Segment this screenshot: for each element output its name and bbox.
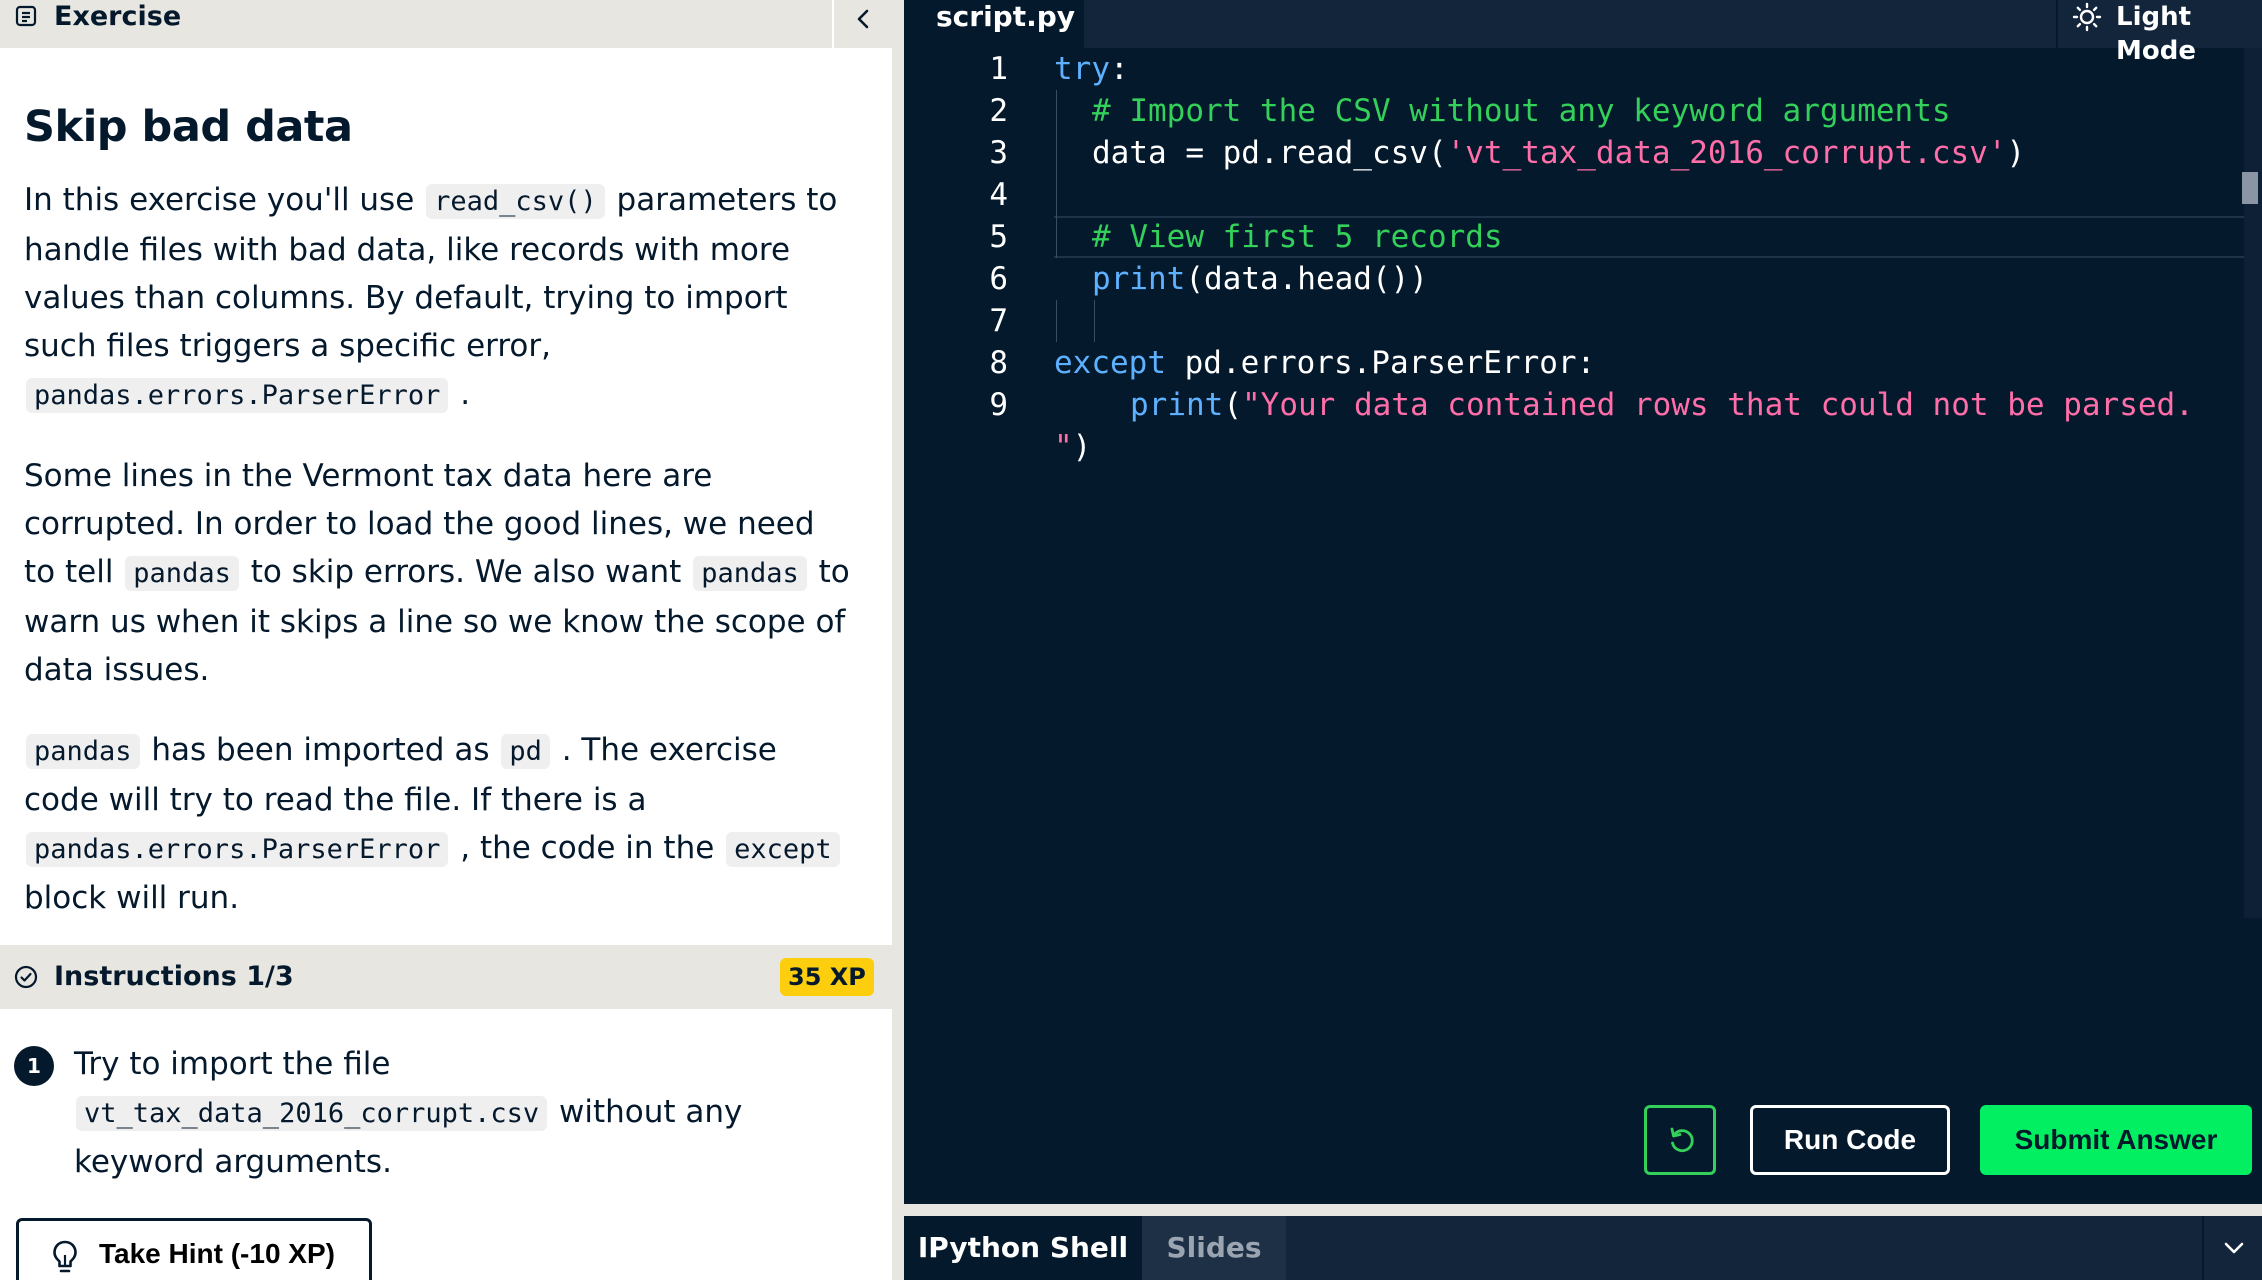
line-number: 2 bbox=[989, 93, 1008, 129]
inline-code: vt_tax_data_2016_corrupt.csv bbox=[76, 1096, 548, 1131]
collapse-panel-chevron-left-icon[interactable] bbox=[846, 2, 882, 38]
line-number: 5 bbox=[989, 219, 1008, 255]
document-icon bbox=[15, 5, 37, 27]
line-number: 6 bbox=[989, 261, 1008, 297]
exercise-panel: Exercise Skip bad data In this exercise … bbox=[0, 0, 892, 1280]
check-circle-icon bbox=[14, 965, 38, 989]
line-number: 9 bbox=[989, 387, 1008, 423]
code-line-8: except pd.errors.ParserError: bbox=[1054, 345, 1596, 381]
inline-code: pd bbox=[501, 734, 550, 769]
code-line-9-wrap: ") bbox=[1054, 429, 1092, 465]
code-line-5: # View first 5 records bbox=[1092, 219, 1503, 255]
inline-code: pandas bbox=[125, 556, 239, 591]
inline-code: pandas bbox=[26, 734, 140, 769]
indent-guide bbox=[1056, 90, 1057, 258]
line-number: 3 bbox=[989, 135, 1008, 171]
exercise-content: Skip bad data In this exercise you'll us… bbox=[24, 96, 854, 954]
console-collapse-button[interactable] bbox=[2202, 1216, 2262, 1280]
instructions-header: Instructions 1/3 35 XP bbox=[0, 945, 892, 1009]
inline-code: pandas.errors.ParserError bbox=[26, 832, 449, 867]
inline-code: read_csv() bbox=[426, 184, 605, 219]
console-tab-bar: IPython Shell Slides bbox=[904, 1216, 2262, 1280]
scrollbar-marker bbox=[2242, 172, 2258, 204]
line-number: 1 bbox=[989, 51, 1008, 87]
code-area[interactable]: 1 2 3 4 5 6 7 8 9 try: # Import the CSV … bbox=[904, 48, 2244, 1048]
light-mode-toggle[interactable]: Light Mode bbox=[2056, 0, 2262, 66]
xp-badge: 35 XP bbox=[780, 958, 874, 996]
line-number: 4 bbox=[989, 177, 1008, 213]
description-paragraph-1: In this exercise you'll use read_csv() p… bbox=[24, 182, 838, 413]
code-line-6: print(data.head()) bbox=[1092, 261, 1428, 297]
tab-ipython-shell[interactable]: IPython Shell bbox=[904, 1216, 1142, 1280]
code-line-9: print("Your data contained rows that cou… bbox=[1130, 387, 2194, 423]
indent-guide bbox=[1056, 300, 1057, 342]
workspace-panel: script.py Light Mode 1 2 3 4 5 6 7 8 9 t… bbox=[904, 0, 2262, 1280]
exercise-title: Skip bad data bbox=[24, 102, 353, 152]
run-code-button[interactable]: Run Code bbox=[1750, 1105, 1950, 1175]
code-line-2: # Import the CSV without any keyword arg… bbox=[1092, 93, 1951, 129]
description-paragraph-2: Some lines in the Vermont tax data here … bbox=[24, 458, 850, 688]
editor-tab-bar: script.py Light Mode bbox=[904, 0, 2262, 66]
header-divider bbox=[832, 0, 834, 48]
reset-icon bbox=[1670, 1127, 1694, 1153]
exercise-header: Exercise bbox=[0, 0, 892, 48]
line-number: 8 bbox=[989, 345, 1008, 381]
reset-code-button[interactable] bbox=[1644, 1105, 1716, 1175]
code-line-1: try: bbox=[1054, 51, 1129, 87]
step-number: 1 bbox=[14, 1046, 54, 1086]
instruction-step: 1 Try to import the file vt_tax_data_201… bbox=[14, 1040, 874, 1186]
take-hint-label: Take Hint (-10 XP) bbox=[99, 1238, 335, 1269]
instructions-label: Instructions 1/3 bbox=[54, 961, 294, 992]
chevron-down-icon bbox=[2224, 1242, 2244, 1254]
code-line-3: data = pd.read_csv('vt_tax_data_2016_cor… bbox=[1092, 135, 2026, 171]
exercise-header-title: Exercise bbox=[54, 1, 182, 32]
sun-icon bbox=[2072, 2, 2102, 32]
submit-answer-button[interactable]: Submit Answer bbox=[1980, 1105, 2252, 1175]
lightbulb-icon bbox=[53, 1240, 77, 1273]
tab-script-py[interactable]: script.py bbox=[904, 0, 1084, 48]
description-paragraph-3: pandas has been imported as pd . The exe… bbox=[24, 726, 854, 922]
indent-guide bbox=[1094, 300, 1095, 342]
inline-code: pandas.errors.ParserError bbox=[26, 378, 449, 413]
take-hint-button[interactable]: Take Hint (-10 XP) bbox=[16, 1218, 372, 1280]
line-number: 7 bbox=[989, 303, 1008, 339]
step-text: Try to import the file vt_tax_data_2016_… bbox=[74, 1046, 743, 1180]
inline-code: pandas bbox=[693, 556, 807, 591]
inline-code: except bbox=[726, 832, 840, 867]
tab-slides[interactable]: Slides bbox=[1142, 1216, 1286, 1280]
code-editor[interactable]: script.py Light Mode 1 2 3 4 5 6 7 8 9 t… bbox=[904, 0, 2262, 1204]
